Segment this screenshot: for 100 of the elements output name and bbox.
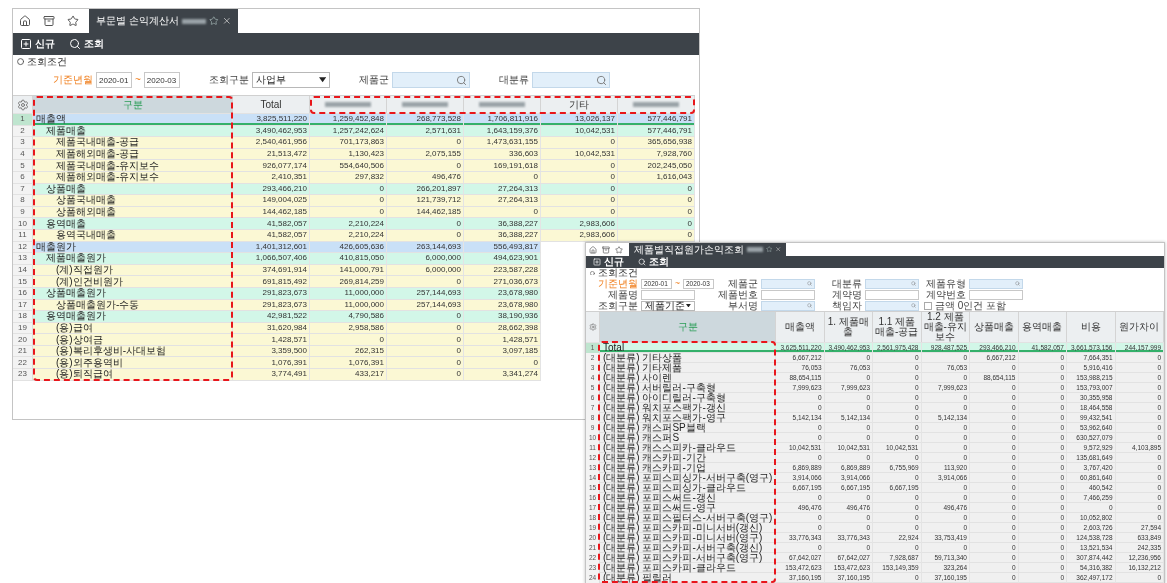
table-cell: 11,000,000 — [310, 299, 387, 311]
table-cell: 0 — [618, 183, 695, 195]
table-cell: 23,678,980 — [464, 287, 541, 299]
row-number: 23 — [13, 369, 33, 380]
select-field[interactable]: 사업부 — [252, 72, 330, 88]
box-icon[interactable] — [601, 245, 610, 254]
input-field[interactable] — [761, 289, 815, 300]
row-number: 19 — [13, 322, 33, 334]
row-number: 3 — [13, 137, 33, 148]
search-field[interactable] — [969, 278, 1023, 289]
redacted-mark — [479, 102, 525, 107]
document-tab[interactable]: 부문별 손익계산서 — [89, 9, 239, 33]
section-title: 조회조건 — [597, 268, 638, 278]
table-cell: 291,823,673 — [233, 299, 310, 311]
search-button[interactable]: 조회 — [66, 33, 107, 55]
table-row[interactable]: 1 매출액 3,825,511,220 1,259,452,848 268,773,528 1,706,811,916 13,026,137 577,446,791 — [13, 114, 695, 126]
settings-icon[interactable] — [588, 323, 597, 331]
search-icon[interactable] — [1015, 281, 1020, 286]
table-cell: 0 — [541, 195, 618, 206]
new-button[interactable]: 신규 — [590, 256, 627, 268]
close-icon[interactable] — [775, 246, 782, 253]
table-row[interactable]: 22 (용)외주용역비 1,076,391 1,076,391 0 0 — [13, 357, 541, 370]
table-cell: 10,042,531 — [541, 125, 618, 137]
column-header[interactable]: 1.2 제품매출-유지보수 — [921, 312, 970, 342]
redacted-mark — [633, 102, 679, 107]
close-icon[interactable] — [221, 16, 232, 26]
date-field[interactable]: 2020-03 — [143, 72, 180, 88]
table-row[interactable]: 23 (용)퇴직급여 3,774,491 433,217 0 3,341,274 — [13, 369, 541, 381]
table-cell: 2,410,351 — [233, 171, 310, 183]
new-button[interactable]: 신규 — [17, 33, 58, 55]
search-field[interactable] — [865, 300, 919, 311]
input-field[interactable] — [865, 289, 919, 300]
table-row[interactable]: 18 용역매출원가 42,981,522 4,790,586 0 38,190,936 — [13, 311, 541, 323]
table-row[interactable]: 10 용역매출 41,582,057 2,210,224 0 36,388,227 2,983,606 0 — [13, 218, 695, 230]
field-label: 제품군 — [358, 75, 389, 85]
table-cell: 27,264,313 — [464, 183, 541, 195]
table-cell: 38,190,936 — [464, 311, 541, 322]
box-icon[interactable] — [43, 15, 55, 27]
input-field[interactable] — [641, 289, 695, 300]
table-cell: 263,144,693 — [387, 241, 464, 253]
star-icon[interactable] — [614, 245, 623, 254]
field-label: 조회구분 — [208, 75, 249, 85]
star-icon[interactable] — [67, 15, 79, 27]
select-field[interactable]: 제품기준 — [641, 300, 695, 311]
table-cell: 0 — [541, 183, 618, 195]
table-row[interactable]: 8 상품국내매출 149,004,025 0 121,739,712 27,264,313 0 0 — [13, 195, 695, 207]
redacted-mark — [325, 102, 371, 107]
table-cell: 1,706,811,916 — [464, 114, 541, 125]
star-icon[interactable] — [208, 16, 219, 26]
table-row[interactable]: 15 (계)인건비원가 691,815,492 269,814,259 0 271,036,673 — [13, 276, 541, 288]
search-icon[interactable] — [596, 74, 607, 86]
table-row[interactable]: 5 제품국내매출-유지보수 926,077,174 554,640,506 0 169,191,618 0 202,245,050 — [13, 160, 695, 172]
table-cell: 3,825,511,220 — [233, 114, 310, 125]
search-button[interactable]: 조회 — [635, 256, 672, 268]
table-cell: 10,042,531 — [541, 148, 618, 160]
table-cell: 577,446,791 — [618, 114, 695, 125]
search-icon[interactable] — [807, 303, 812, 308]
table-cell: 0 — [387, 357, 464, 369]
document-tab[interactable]: 제품별직접원가손익조회 — [629, 243, 787, 256]
search-field[interactable] — [761, 278, 815, 289]
table-cell: 691,815,492 — [233, 276, 310, 287]
star-icon[interactable] — [765, 246, 773, 253]
table-cell: 1,076,391 — [310, 357, 387, 369]
table-cell: 제품국내매출-유지보수 — [33, 160, 233, 171]
checkbox[interactable] — [924, 301, 932, 310]
table-cell: 4,790,586 — [310, 311, 387, 322]
table-cell: 141,000,791 — [310, 264, 387, 276]
search-field[interactable] — [865, 278, 919, 289]
settings-icon[interactable] — [16, 98, 29, 111]
table-cell: 269,814,259 — [310, 276, 387, 287]
search-field[interactable] — [392, 72, 470, 88]
row-number: 2 — [13, 125, 33, 137]
search-icon[interactable] — [911, 281, 916, 286]
table-row[interactable]: 20 (용)상여금 1,428,571 0 0 1,428,571 — [13, 334, 541, 346]
date-field[interactable]: 2020-01 — [96, 72, 132, 88]
table-row[interactable]: 3 제품국내매출-공급 2,540,461,956 701,173,863 0 1,473,631,155 0 365,656,938 — [13, 137, 695, 149]
search-field[interactable] — [532, 72, 610, 88]
search-icon[interactable] — [911, 303, 916, 308]
search-icon[interactable] — [807, 281, 812, 286]
table-cell: 13,026,137 — [541, 114, 618, 125]
row-number: 10 — [13, 218, 33, 229]
field-label: 기준년월 — [52, 75, 93, 85]
table-row[interactable]: 13 제품매출원가 1,066,507,406 410,815,050 6,000,000 494,623,901 — [13, 253, 541, 265]
row-number: 21 — [13, 345, 33, 357]
table-cell: (용)상여금 — [33, 334, 233, 345]
home-icon[interactable] — [19, 15, 31, 27]
column-header[interactable]: 1.1 제품매출-공급 — [873, 312, 922, 342]
table-cell: 7,928,760 — [618, 148, 695, 160]
table-cell: 1,473,631,155 — [464, 137, 541, 148]
table-cell: 336,603 — [464, 148, 541, 160]
search-icon — [69, 38, 81, 50]
table-cell: 554,640,506 — [310, 160, 387, 171]
table-cell: 23,678,980 — [464, 299, 541, 311]
table-cell: 426,605,636 — [310, 241, 387, 253]
table-cell: 701,173,863 — [310, 137, 387, 148]
search-icon[interactable] — [456, 74, 467, 86]
search-field[interactable] — [761, 300, 815, 311]
field-label: 제품번호 — [717, 289, 758, 300]
table-cell: 0 — [310, 183, 387, 195]
input-field[interactable] — [969, 289, 1023, 300]
